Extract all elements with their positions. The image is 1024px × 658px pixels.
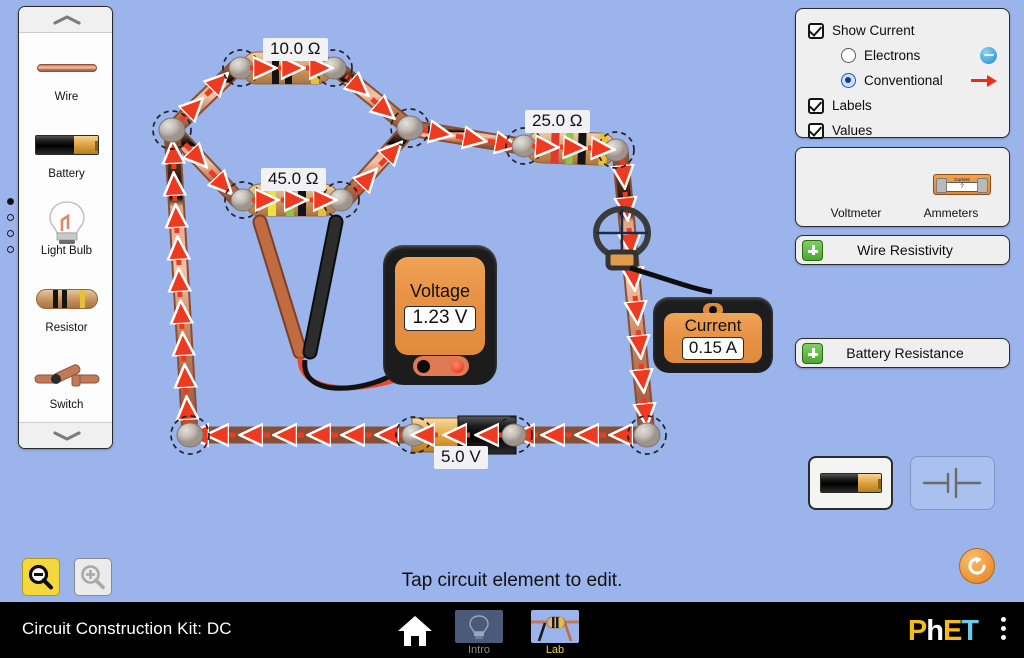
electron-glyph-slot xyxy=(980,47,997,64)
toolbox-item-wire[interactable]: Wire xyxy=(21,47,113,104)
conventional-radio-row[interactable]: Conventional xyxy=(808,68,997,93)
meters-panel: Current ? Voltmeter Ammeters xyxy=(795,147,1010,227)
battery-icon xyxy=(34,124,99,166)
voltmeter-jacks[interactable] xyxy=(413,356,469,376)
light-bulb-icon xyxy=(46,201,88,245)
ammeter-toolbox-icon[interactable]: Current ? xyxy=(933,174,991,195)
ammeter[interactable]: Current 0.15 A xyxy=(653,297,773,373)
toolbox-page-indicator[interactable] xyxy=(7,198,14,253)
electrons-label: Electrons xyxy=(864,48,921,63)
battery-5v-value[interactable]: 5.0 V xyxy=(434,446,488,469)
toolbox-label-wire: Wire xyxy=(54,91,79,104)
labels-checkbox-row[interactable]: Labels xyxy=(808,93,997,118)
wire-resistivity-accordion[interactable]: Wire Resistivity xyxy=(795,235,1010,265)
toolbox-label-switch: Switch xyxy=(49,399,84,412)
labels-label: Labels xyxy=(832,98,872,113)
resistor-25-ohm-value[interactable]: 25.0 Ω xyxy=(525,110,590,133)
tab-intro-label: Intro xyxy=(467,644,490,656)
voltmeter-screen: Voltage 1.23 V xyxy=(395,257,485,355)
battery-lifelike-icon xyxy=(819,473,882,493)
page-dot-1[interactable] xyxy=(7,198,14,205)
electrons-radio[interactable] xyxy=(841,48,856,63)
resistor-45-ohm-value[interactable]: 45.0 Ω xyxy=(261,168,326,191)
display-options-panel: Show Current Electrons Conventional Labe… xyxy=(795,8,1010,139)
sim-hint-text: Tap circuit element to edit. xyxy=(401,570,623,591)
light-bulb-icon xyxy=(469,614,489,639)
switch-icon xyxy=(34,355,100,397)
voltmeter-reading: 1.23 V xyxy=(403,306,477,331)
toolbox-item-resistor[interactable]: Resistor xyxy=(21,278,113,335)
lab-circuit-icon xyxy=(531,616,579,642)
chevron-down-icon xyxy=(52,430,81,441)
sim-title: Circuit Construction Kit: DC xyxy=(22,619,232,638)
tab-intro[interactable]: Intro xyxy=(452,610,506,656)
show-current-checkbox[interactable] xyxy=(808,22,824,39)
values-checkbox[interactable] xyxy=(808,122,824,139)
carousel-previous-button[interactable] xyxy=(19,7,112,33)
tab-intro-thumbnail xyxy=(455,610,503,643)
show-current-label: Show Current xyxy=(832,23,915,38)
voltmeter[interactable]: Voltage 1.23 V xyxy=(383,245,497,385)
ammeter-probe[interactable] xyxy=(593,206,713,295)
simulation-canvas[interactable]: 10.0 Ω 45.0 Ω 25.0 Ω 5.0 V Voltage 1.23 … xyxy=(0,0,1024,602)
tab-lab-thumbnail xyxy=(531,610,579,643)
conventional-radio[interactable] xyxy=(841,73,856,88)
toolbox-label-light-bulb: Light Bulb xyxy=(40,245,93,258)
conventional-label: Conventional xyxy=(864,73,943,88)
voltmeter-title: Voltage xyxy=(409,281,471,301)
page-dot-3[interactable] xyxy=(7,230,14,237)
sim-root: 10.0 Ω 45.0 Ω 25.0 Ω 5.0 V Voltage 1.23 … xyxy=(0,0,1024,658)
toolbox-items: Wire Battery Light Bulb Resistor Switch xyxy=(19,33,113,424)
electron-icon xyxy=(980,47,997,64)
values-label: Values xyxy=(832,123,873,138)
toolbox-item-switch[interactable]: Switch xyxy=(21,355,113,412)
battery-schematic-icon xyxy=(922,468,981,498)
show-current-checkbox-row[interactable]: Show Current xyxy=(808,18,997,43)
labels-checkbox[interactable] xyxy=(808,97,824,114)
toolbox-label-battery: Battery xyxy=(48,168,85,181)
ammeter-icon-reading: ? xyxy=(946,182,978,192)
resistor-10-ohm-value[interactable]: 10.0 Ω xyxy=(263,38,328,61)
toolbox-item-light-bulb[interactable]: Light Bulb xyxy=(21,201,113,258)
resistor-icon xyxy=(35,278,98,320)
component-toolbox[interactable]: Wire Battery Light Bulb Resistor Switch xyxy=(18,6,113,449)
battery-resistance-accordion[interactable]: Battery Resistance xyxy=(795,338,1010,368)
view-schematic-button[interactable] xyxy=(910,456,995,510)
voltmeter-black-jack[interactable] xyxy=(417,360,430,373)
page-dot-2[interactable] xyxy=(7,214,14,221)
electrons-radio-row[interactable]: Electrons xyxy=(808,43,997,68)
voltmeter-red-jack[interactable] xyxy=(451,360,464,373)
tab-lab-label: Lab xyxy=(545,644,565,656)
battery-resistance-expand-icon[interactable] xyxy=(802,342,823,364)
current-arrow-slot xyxy=(971,74,997,87)
navigation-bar: Circuit Construction Kit: DC Intro Lab P… xyxy=(0,602,1024,658)
wire-resistivity-title: Wire Resistivity xyxy=(857,242,953,258)
kebab-menu-icon[interactable] xyxy=(1001,617,1006,640)
wire-icon xyxy=(36,47,97,89)
phet-logo[interactable]: PhET xyxy=(908,615,979,648)
chevron-up-icon xyxy=(52,14,81,25)
carousel-next-button[interactable] xyxy=(19,422,112,448)
ammeter-screen: Current 0.15 A xyxy=(664,313,762,363)
ammeter-reading: 0.15 A xyxy=(681,336,745,360)
toolbox-item-battery[interactable]: Battery xyxy=(21,124,113,181)
values-checkbox-row[interactable]: Values xyxy=(808,118,997,143)
ammeters-slot-label: Ammeters xyxy=(923,206,979,220)
tab-lab[interactable]: Lab xyxy=(528,610,582,656)
home-icon xyxy=(398,616,432,646)
voltmeter-slot-label: Voltmeter xyxy=(830,206,882,220)
current-arrow-icon xyxy=(971,74,997,87)
toolbox-label-resistor: Resistor xyxy=(45,322,88,335)
ammeter-title: Current xyxy=(684,315,742,335)
view-lifelike-button[interactable] xyxy=(808,456,893,510)
battery-resistance-title: Battery Resistance xyxy=(846,345,964,361)
wire-resistivity-expand-icon[interactable] xyxy=(802,239,823,261)
page-dot-4[interactable] xyxy=(7,246,14,253)
home-button[interactable] xyxy=(396,614,434,648)
